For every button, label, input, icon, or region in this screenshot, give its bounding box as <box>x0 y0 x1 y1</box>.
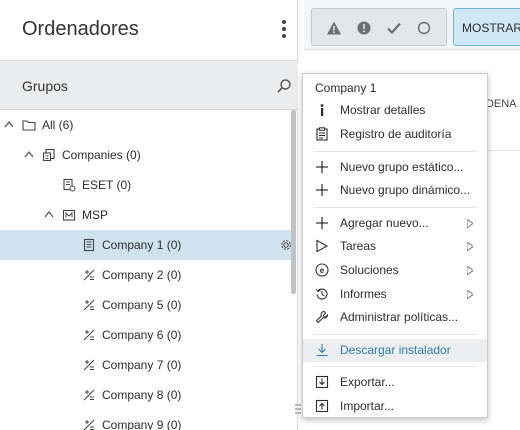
company-group-icon <box>63 178 76 192</box>
menu-divider <box>313 366 477 367</box>
more-options-icon[interactable] <box>278 20 290 40</box>
tree-item-label: Company 5 (0) <box>102 298 182 312</box>
groups-tree: All (6) Companies (0) ESET (0) MSP Compa… <box>0 110 296 430</box>
show-subgroups-button[interactable]: MOSTRAR S <box>453 8 520 46</box>
import-icon <box>315 399 329 413</box>
tree-item-all[interactable]: All (6) <box>0 110 296 140</box>
menu-divider <box>313 334 477 335</box>
tree-item-label: All (6) <box>42 118 74 132</box>
plus-icon <box>316 161 328 173</box>
svg-text:e: e <box>320 266 325 275</box>
plus-icon <box>316 184 328 196</box>
chevron-down-icon[interactable] <box>44 210 54 218</box>
tree-item-label: Company 1 (0) <box>102 238 182 252</box>
panel-header: Ordenadores <box>0 0 298 60</box>
status-filter-group <box>311 8 447 46</box>
tree-item-eset[interactable]: ESET (0) <box>0 170 296 200</box>
menu-item-download-installer[interactable]: Descargar instalador <box>303 339 487 362</box>
menu-item-label: Importar... <box>340 399 395 413</box>
tree-item-company-8[interactable]: Company 8 (0) <box>0 380 296 410</box>
groups-label: Grupos <box>22 78 68 94</box>
menu-item-label: Nuevo grupo estático... <box>340 160 464 174</box>
audit-log-icon <box>316 127 328 141</box>
tree-item-label: Companies (0) <box>62 148 141 162</box>
circle-icon[interactable] <box>416 20 432 36</box>
check-icon[interactable] <box>386 20 402 36</box>
menu-divider <box>313 151 477 152</box>
dynamic-group-icon <box>83 359 95 371</box>
resize-handle[interactable] <box>295 404 301 418</box>
chevron-right-icon <box>467 290 473 299</box>
menu-item-label: Informes <box>340 287 387 301</box>
menu-item-label: Tareas <box>340 239 377 253</box>
tree-item-label: Company 2 (0) <box>102 268 182 282</box>
tree-item-company-6[interactable]: Company 6 (0) <box>0 320 296 350</box>
dynamic-group-icon <box>83 329 95 341</box>
building-icon <box>83 238 95 252</box>
menu-item-audit-log[interactable]: Registro de auditoría <box>303 123 487 146</box>
tree-item-company-9[interactable]: Company 9 (0) <box>0 410 296 430</box>
tree-item-label: Company 7 (0) <box>102 358 182 372</box>
menu-item-label: Agregar nuevo... <box>340 216 429 230</box>
folder-icon <box>22 120 36 131</box>
tree-item-msp[interactable]: MSP <box>0 200 296 230</box>
tree-item-company-7[interactable]: Company 7 (0) <box>0 350 296 380</box>
chevron-right-icon <box>467 242 473 251</box>
menu-item-show-details[interactable]: Mostrar detalles <box>303 99 487 122</box>
context-menu: Company 1 Mostrar detalles Registro de a… <box>302 73 488 418</box>
tree-item-company-5[interactable]: Company 5 (0) <box>0 290 296 320</box>
tree-scrollbar[interactable] <box>291 110 296 294</box>
play-icon <box>316 239 329 253</box>
tree-item-label: Company 9 (0) <box>102 418 182 430</box>
menu-item-tasks[interactable]: Tareas <box>303 235 487 258</box>
plus-icon <box>316 217 328 229</box>
groups-header: Grupos <box>0 60 298 110</box>
dynamic-group-icon <box>83 389 95 401</box>
menu-item-solutions[interactable]: e Soluciones <box>303 259 487 282</box>
context-menu-title: Company 1 <box>315 81 377 95</box>
menu-item-reports[interactable]: Informes <box>303 283 487 306</box>
tree-item-companies[interactable]: Companies (0) <box>0 140 296 170</box>
menu-item-label: Descargar instalador <box>340 343 451 357</box>
tree-item-label: ESET (0) <box>82 178 132 192</box>
menu-item-new-static-group[interactable]: Nuevo grupo estático... <box>303 156 487 179</box>
chevron-right-icon <box>467 219 473 228</box>
wrench-icon <box>315 310 329 324</box>
history-icon <box>315 288 328 300</box>
chevron-down-icon[interactable] <box>24 150 34 158</box>
eset-icon: e <box>315 263 329 277</box>
export-icon <box>315 375 329 389</box>
chevron-right-icon <box>467 266 473 275</box>
menu-item-label: Registro de auditoría <box>340 127 452 141</box>
menu-item-label: Soluciones <box>340 263 399 277</box>
computers-panel: Ordenadores Grupos All (6) Companies (0)… <box>0 0 301 430</box>
tree-item-company-2[interactable]: Company 2 (0) <box>0 260 296 290</box>
search-icon[interactable] <box>276 78 292 94</box>
tree-item-label: Company 8 (0) <box>102 388 182 402</box>
tree-item-label: Company 6 (0) <box>102 328 182 342</box>
dynamic-group-icon <box>83 269 95 281</box>
menu-item-new-dynamic-group[interactable]: Nuevo grupo dinámico... <box>303 179 487 202</box>
info-icon <box>320 104 324 116</box>
tree-item-label: MSP <box>82 208 109 222</box>
tree-item-company-1[interactable]: Company 1 (0) <box>0 230 296 260</box>
companies-icon <box>42 148 55 162</box>
menu-item-label: Nuevo grupo dinámico... <box>340 183 471 197</box>
menu-item-manage-policies[interactable]: Administrar políticas... <box>303 306 487 329</box>
dynamic-group-icon <box>83 299 95 311</box>
menu-item-label: Mostrar detalles <box>340 103 426 117</box>
menu-item-add-new[interactable]: Agregar nuevo... <box>303 212 487 235</box>
menu-divider <box>313 207 477 208</box>
msp-icon <box>62 209 76 221</box>
download-icon <box>316 344 328 357</box>
error-icon[interactable] <box>356 20 372 36</box>
warning-icon[interactable] <box>326 20 342 36</box>
menu-item-import[interactable]: Importar... <box>303 395 487 418</box>
chevron-down-icon[interactable] <box>4 120 14 128</box>
page-title: Ordenadores <box>22 18 139 40</box>
menu-item-export[interactable]: Exportar... <box>303 371 487 394</box>
menu-item-label: Administrar políticas... <box>340 310 459 324</box>
dynamic-group-icon <box>83 419 95 430</box>
menu-item-label: Exportar... <box>340 375 395 389</box>
